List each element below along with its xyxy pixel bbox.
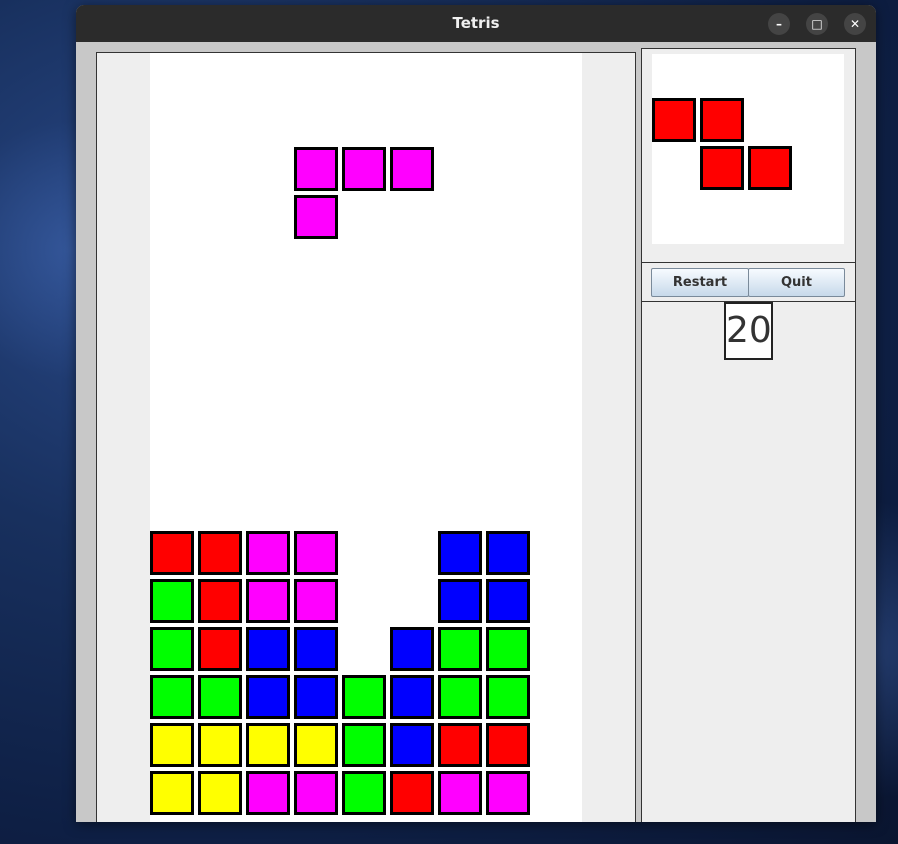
board-block: [342, 147, 386, 191]
board-block: [486, 675, 530, 719]
board-block: [246, 531, 290, 575]
board-panel: [96, 52, 636, 822]
board-block: [150, 675, 194, 719]
board-block: [246, 771, 290, 815]
board-block: [246, 627, 290, 671]
game-board: [150, 53, 582, 822]
board-block: [198, 627, 242, 671]
board-block: [150, 627, 194, 671]
board-block: [246, 723, 290, 767]
quit-button[interactable]: Quit: [748, 268, 845, 297]
board-block: [198, 531, 242, 575]
board-block: [198, 579, 242, 623]
board-block: [294, 195, 338, 239]
board-block: [150, 723, 194, 767]
board-block: [438, 627, 482, 671]
board-block: [198, 675, 242, 719]
next-piece-preview: [652, 54, 844, 244]
board-block: [294, 675, 338, 719]
board-block: [342, 723, 386, 767]
board-block: [198, 771, 242, 815]
board-block: [438, 675, 482, 719]
side-panel: Restart Quit 20: [641, 48, 856, 822]
board-block: [294, 627, 338, 671]
board-block: [390, 627, 434, 671]
board-block: [390, 675, 434, 719]
next-piece-block: [652, 98, 696, 142]
board-block: [150, 579, 194, 623]
board-block: [246, 579, 290, 623]
board-block: [294, 531, 338, 575]
board-block: [294, 147, 338, 191]
board-block: [342, 675, 386, 719]
next-piece-block: [700, 98, 744, 142]
next-piece-block: [700, 146, 744, 190]
restart-button[interactable]: Restart: [651, 268, 749, 297]
board-block: [294, 579, 338, 623]
board-block: [390, 147, 434, 191]
board-block: [198, 723, 242, 767]
board-block: [390, 723, 434, 767]
board-block: [294, 723, 338, 767]
board-block: [150, 531, 194, 575]
board-block: [486, 771, 530, 815]
title-bar[interactable]: Tetris – □ ✕: [76, 5, 876, 42]
maximize-button[interactable]: □: [806, 13, 828, 35]
board-block: [486, 723, 530, 767]
score-display: 20: [724, 302, 773, 360]
board-block: [486, 531, 530, 575]
board-block: [486, 627, 530, 671]
minimize-button[interactable]: –: [768, 13, 790, 35]
next-piece-block: [748, 146, 792, 190]
window-title: Tetris: [452, 14, 500, 32]
board-block: [438, 579, 482, 623]
close-button[interactable]: ✕: [844, 13, 866, 35]
board-block: [438, 771, 482, 815]
board-block: [342, 771, 386, 815]
board-block: [294, 771, 338, 815]
tetris-window: Tetris – □ ✕ Restart Quit 20: [76, 5, 876, 822]
board-block: [246, 675, 290, 719]
board-block: [438, 531, 482, 575]
board-block: [150, 771, 194, 815]
board-block: [438, 723, 482, 767]
divider: [642, 262, 855, 263]
board-block: [390, 771, 434, 815]
board-block: [486, 579, 530, 623]
